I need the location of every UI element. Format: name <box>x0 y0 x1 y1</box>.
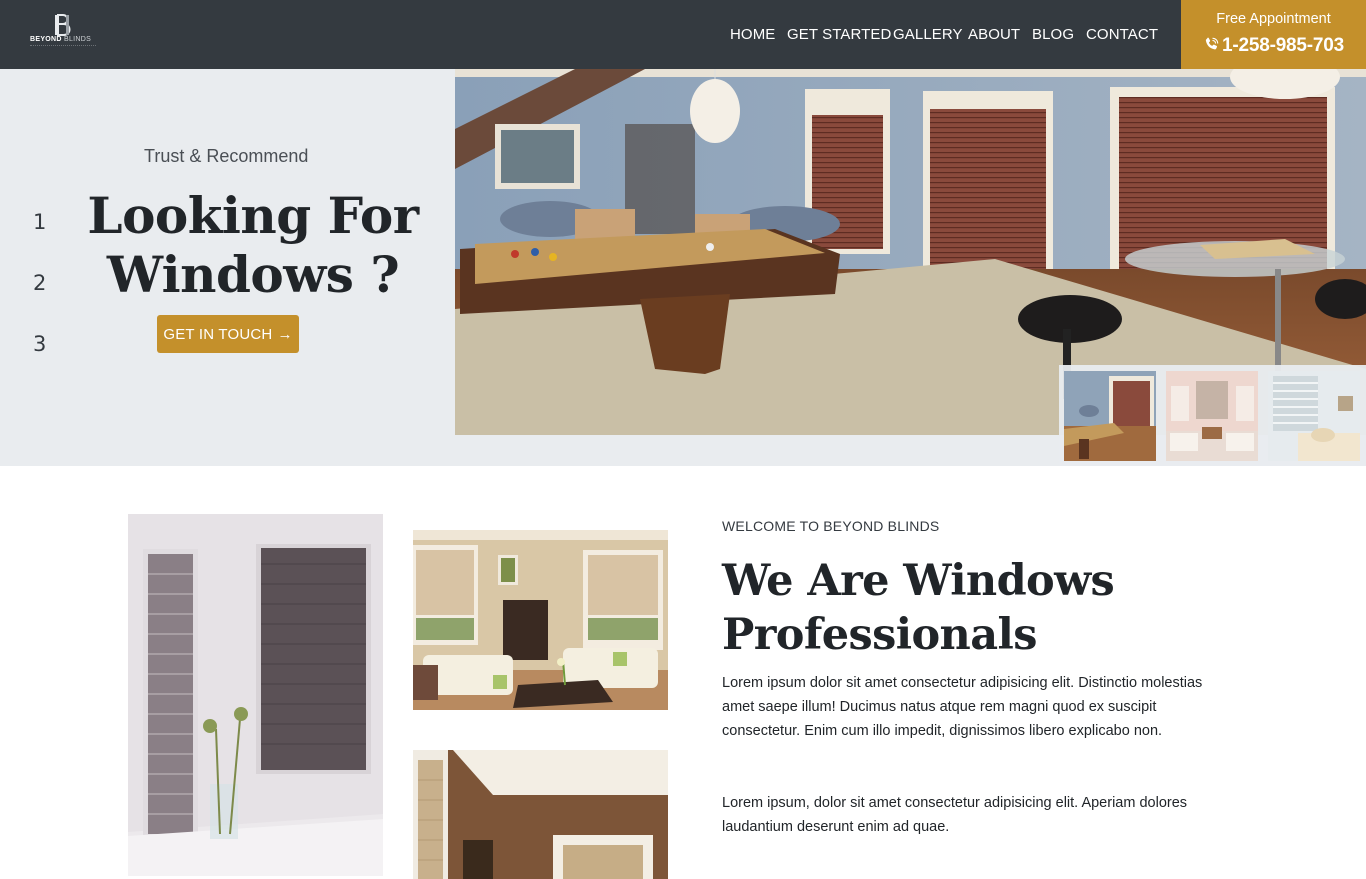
hero-title: Looking For Windows ? <box>87 186 419 304</box>
about-paragraph-1: Lorem ipsum dolor sit amet consectetur a… <box>722 675 1203 739</box>
hero-slider: 1 2 3 Trust & Recommend Looking For Windo… <box>0 69 1366 466</box>
image-brown-bedroom <box>413 750 668 879</box>
about-paragraph-2: Lorem ipsum, dolor sit amet consectetur … <box>722 795 1188 835</box>
thumbnail-sofa-room[interactable] <box>1268 371 1360 461</box>
about-title: We Are Windows Professionals <box>722 556 1115 660</box>
logo-wordmark: BEYOND BLINDS <box>30 36 92 43</box>
appointment-label: Free Appointment <box>1216 11 1331 27</box>
hero-kicker: Trust & Recommend <box>144 146 309 166</box>
hero-thumbnail-strip <box>1059 365 1366 466</box>
slide-pager-1[interactable]: 1 <box>33 210 53 234</box>
nav-home[interactable]: HOME <box>730 26 775 43</box>
logo-tagline-rule <box>30 45 96 47</box>
site-header: BEYOND BLINDS HOME GET STARTED GALLERY A… <box>0 0 1366 69</box>
appointment-phone[interactable]: 1-258-985-703 <box>1181 35 1366 57</box>
arrow-right-icon: → <box>277 325 293 343</box>
nav-about[interactable]: ABOUT <box>968 26 1020 43</box>
nav-contact[interactable]: CONTACT <box>1086 26 1158 43</box>
phone-icon <box>1205 37 1219 50</box>
free-appointment-button[interactable]: Free Appointment 1-258-985-703 <box>1181 0 1366 69</box>
image-dark-blinds-room <box>128 514 383 876</box>
image-cream-living-room <box>413 530 668 710</box>
logo-mark-icon <box>55 14 71 36</box>
thumbnail-billiard-room[interactable] <box>1064 371 1156 461</box>
slide-pager-2[interactable]: 2 <box>33 271 53 295</box>
slide-pager-3[interactable]: 3 <box>33 332 53 356</box>
get-in-touch-button[interactable]: GET IN TOUCH → <box>157 315 299 353</box>
site-logo[interactable]: BEYOND BLINDS <box>30 14 100 48</box>
about-kicker: WELCOME TO BEYOND BLINDS <box>722 518 940 534</box>
nav-blog[interactable]: BLOG <box>1032 26 1074 43</box>
thumbnail-living-room[interactable] <box>1166 371 1258 461</box>
nav-get-started[interactable]: GET STARTED <box>787 26 891 43</box>
nav-gallery[interactable]: GALLERY <box>893 26 963 43</box>
